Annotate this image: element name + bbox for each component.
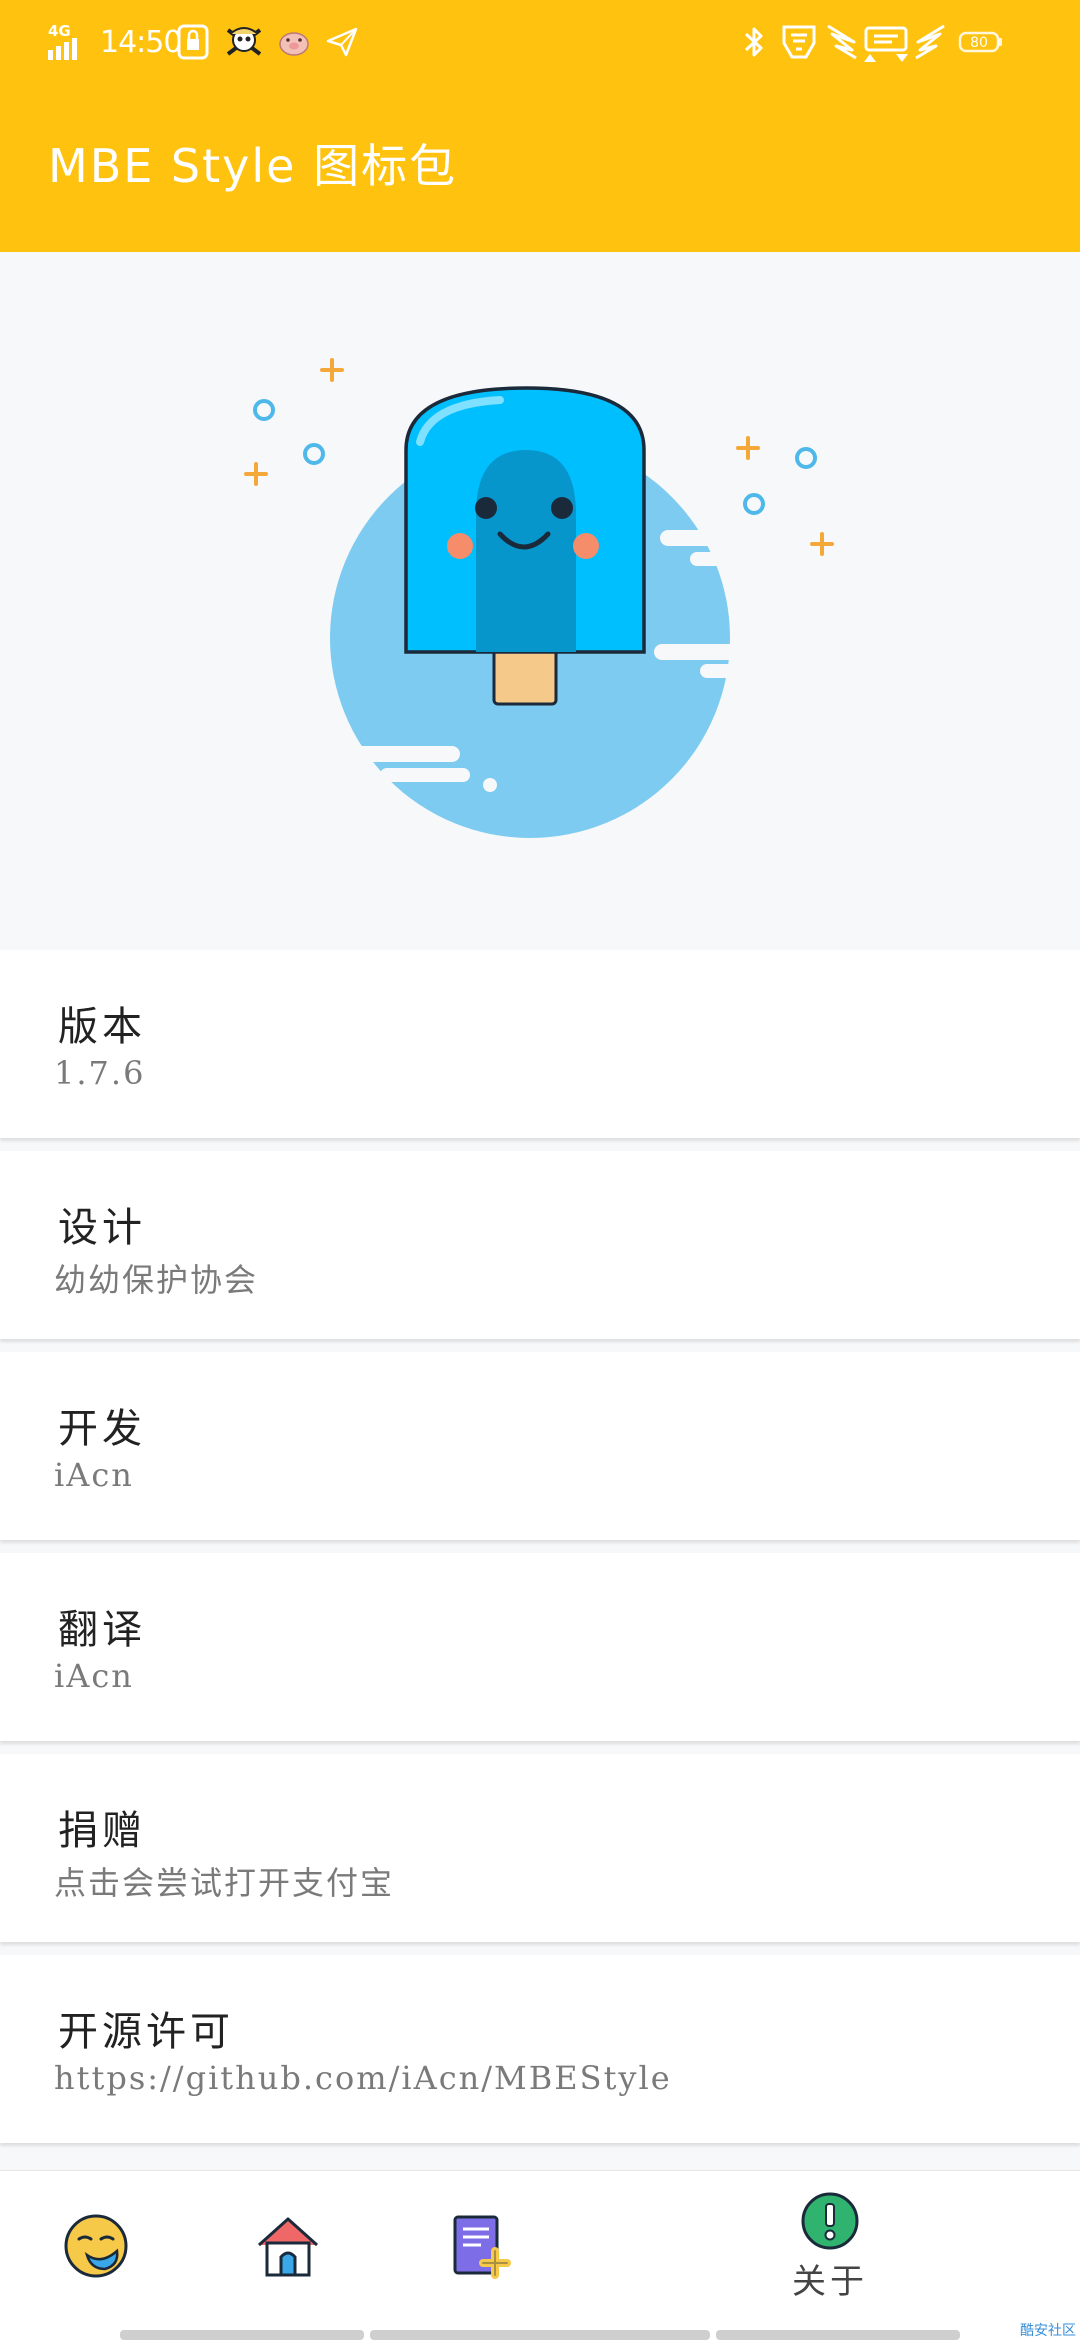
info-card-version[interactable]: 版本 1.7.6 xyxy=(0,950,1080,1138)
page-title: MBE Style 图标包 xyxy=(48,139,458,193)
info-card-value: 点击会尝试打开支付宝 xyxy=(54,1864,395,1902)
winged-logo-icon xyxy=(826,20,946,64)
hero-illustration xyxy=(0,252,1080,946)
popsicle-stripe xyxy=(476,450,576,652)
info-card-value: iAcn xyxy=(54,1657,134,1695)
signal-icon: 4G xyxy=(46,20,92,64)
battery-icon: 80 xyxy=(958,20,1004,64)
info-card-developer[interactable]: 开发 iAcn xyxy=(0,1352,1080,1540)
info-card-translation[interactable]: 翻译 iAcn xyxy=(0,1553,1080,1741)
lock-screen-icon xyxy=(176,20,210,64)
info-card-label: 开源许可 xyxy=(58,2009,234,2055)
bottom-navigation: 关于 xyxy=(0,2170,1080,2340)
app-bar: 4G 14:50 80 MBE Style 图标包 xyxy=(0,0,1080,252)
nav-item-emoji[interactable] xyxy=(46,2171,146,2321)
popsicle-mascot-illustration xyxy=(244,358,834,838)
info-card-value: 幼幼保护协会 xyxy=(54,1261,259,1299)
pig-app-icon xyxy=(276,20,312,64)
info-card-label: 版本 xyxy=(58,1004,146,1050)
gesture-bar-segment xyxy=(716,2330,960,2340)
nav-item-label: 关于 xyxy=(792,2261,868,2302)
info-card-value: iAcn xyxy=(54,1456,134,1494)
status-bar: 4G 14:50 80 xyxy=(0,0,1080,86)
info-card-license[interactable]: 开源许可 https://github.com/iAcn/MBEStyle xyxy=(0,1955,1080,2143)
emoji-face-icon xyxy=(64,2214,128,2278)
info-card-value: 1.7.6 xyxy=(54,1054,146,1092)
info-card-label: 翻译 xyxy=(58,1607,146,1653)
info-card-donate[interactable]: 捐赠 点击会尝试打开支付宝 xyxy=(0,1754,1080,1942)
gesture-bar-segment xyxy=(370,2330,710,2340)
battery-level: 80 xyxy=(970,35,988,51)
gesture-bar-segment xyxy=(120,2330,364,2340)
transformers-icon xyxy=(780,20,818,64)
home-icon xyxy=(257,2217,319,2277)
info-card-label: 开发 xyxy=(58,1406,146,1452)
status-time: 14:50 xyxy=(100,24,182,60)
info-card-design[interactable]: 设计 幼幼保护协会 xyxy=(0,1151,1080,1339)
pirate-skull-icon xyxy=(224,20,264,64)
bluetooth-icon xyxy=(742,20,766,64)
nav-item-request[interactable] xyxy=(430,2171,530,2321)
app-screen: 4G 14:50 80 MBE Style 图标包 版本 1.7.6 设计 幼幼… xyxy=(0,0,1080,2340)
info-card-label: 捐赠 xyxy=(58,1808,146,1854)
info-card-value[interactable]: https://github.com/iAcn/MBEStyle xyxy=(54,2059,672,2097)
nav-item-home[interactable] xyxy=(238,2171,338,2321)
paper-plane-icon xyxy=(326,20,358,64)
icon-request-icon xyxy=(453,2215,511,2279)
watermark: 酷安社区 xyxy=(1020,2323,1076,2339)
nav-item-about[interactable]: 关于 xyxy=(770,2171,890,2321)
info-card-label: 设计 xyxy=(58,1205,146,1251)
network-type: 4G xyxy=(48,22,71,40)
about-info-icon xyxy=(801,2192,859,2249)
